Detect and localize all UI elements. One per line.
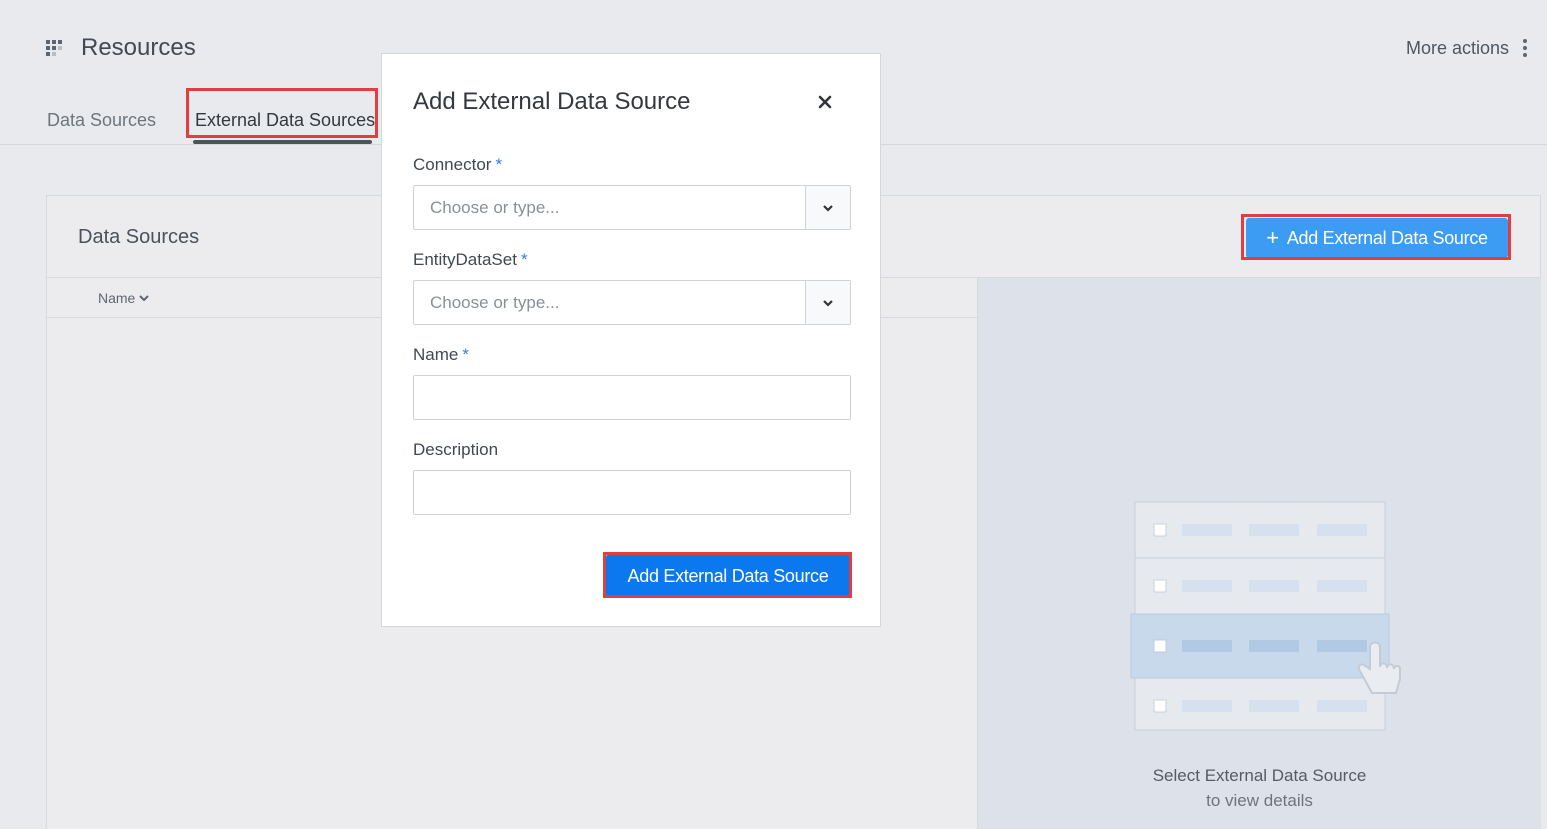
page-title: Resources xyxy=(81,34,196,61)
active-tab-indicator xyxy=(193,140,372,144)
detail-pane: Select External Data Source to view deta… xyxy=(977,278,1541,829)
required-marker: * xyxy=(462,345,469,364)
name-label-text: Name xyxy=(413,345,459,364)
grid-icon xyxy=(46,40,62,56)
add-external-data-source-dialog: Add External Data Source Connector* Enti… xyxy=(381,53,881,627)
connector-combobox xyxy=(413,185,851,230)
panel-title: Data Sources xyxy=(78,226,200,248)
connector-label-text: Connector xyxy=(413,155,492,174)
empty-state-subtitle: to view details xyxy=(1206,791,1313,810)
page: Resources More actions Data Sources Exte… xyxy=(0,0,1547,829)
more-actions-button[interactable]: More actions xyxy=(1406,37,1531,59)
column-header-name[interactable]: Name xyxy=(98,290,150,306)
entitydataset-label: EntityDataSet * xyxy=(413,250,528,270)
add-external-data-source-button[interactable]: + Add External Data Source xyxy=(1246,218,1508,258)
chevron-down-icon xyxy=(139,295,150,302)
entitydataset-label-text: EntityDataSet xyxy=(413,250,517,269)
empty-state-title: Select External Data Source xyxy=(1152,766,1367,785)
empty-state-illustration xyxy=(1130,501,1401,731)
required-marker: * xyxy=(495,155,503,174)
description-label: Description xyxy=(413,440,499,459)
plus-icon: + xyxy=(1266,225,1279,250)
column-name-label: Name xyxy=(98,290,136,306)
connector-input[interactable] xyxy=(414,186,806,229)
submit-add-external-data-source-button[interactable]: Add External Data Source xyxy=(606,555,850,597)
name-label: Name * xyxy=(413,345,469,365)
chevron-down-icon xyxy=(823,299,833,307)
connector-label: Connector * xyxy=(413,155,502,175)
more-actions-label: More actions xyxy=(1405,37,1509,58)
description-input[interactable] xyxy=(413,470,851,515)
name-input[interactable] xyxy=(413,375,851,420)
required-marker: * xyxy=(520,250,528,269)
tab-data-sources[interactable]: Data Sources xyxy=(47,110,156,131)
add-button-label: Add External Data Source xyxy=(1286,227,1488,248)
entitydataset-dropdown-button[interactable] xyxy=(805,281,850,324)
entitydataset-input[interactable] xyxy=(414,281,806,324)
tab-external-data-sources[interactable]: External Data Sources xyxy=(195,110,375,131)
close-icon[interactable] xyxy=(814,91,836,113)
chevron-down-icon xyxy=(823,204,833,212)
dialog-title: Add External Data Source xyxy=(413,88,691,115)
entitydataset-combobox xyxy=(413,280,851,325)
connector-dropdown-button[interactable] xyxy=(805,186,850,229)
kebab-icon xyxy=(1519,37,1531,59)
